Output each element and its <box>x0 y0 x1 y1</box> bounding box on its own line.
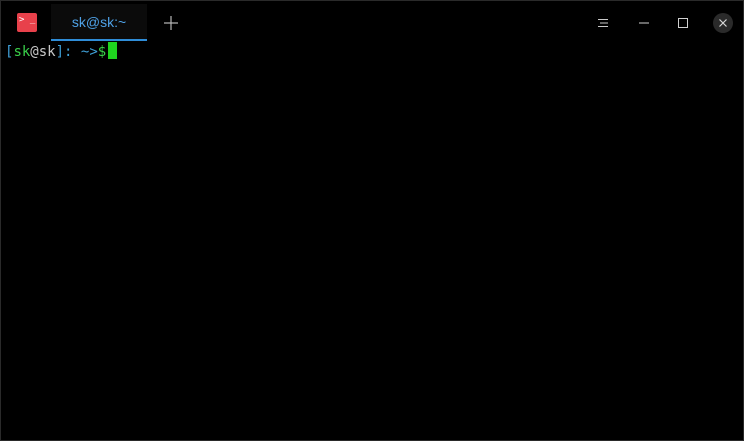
minimize-button[interactable] <box>633 12 655 34</box>
terminal-app-icon: > _ <box>17 13 37 32</box>
close-button-bg <box>713 13 733 33</box>
tab-title: sk@sk:~ <box>71 13 127 30</box>
prompt-host: sk <box>38 44 56 60</box>
hamburger-icon <box>598 19 608 27</box>
maximize-icon <box>678 18 688 28</box>
minimize-icon <box>639 22 649 24</box>
text-cursor <box>108 42 118 59</box>
close-icon <box>719 19 727 27</box>
title-bar: > _ sk@sk:~ <box>1 1 743 42</box>
terminal-window: > _ sk@sk:~ [sk@sk]: ~>$ <box>0 0 744 441</box>
app-icon-glyph: > _ <box>19 15 36 25</box>
prompt-line: [sk@sk]: ~>$ <box>5 42 743 61</box>
prompt-at: @ <box>30 44 39 60</box>
prompt-dollar: $ <box>97 44 107 60</box>
new-tab-button[interactable] <box>148 4 194 41</box>
prompt-user: sk <box>13 44 31 60</box>
prompt-close-bracket: ] <box>55 44 65 60</box>
terminal-area[interactable]: [sk@sk]: ~>$ <box>1 42 743 440</box>
tab-active[interactable]: sk@sk:~ <box>51 4 147 41</box>
close-button[interactable] <box>712 12 734 34</box>
menu-button[interactable] <box>592 12 614 34</box>
plus-icon <box>164 15 178 30</box>
prompt-path: ~> <box>80 44 98 60</box>
maximize-button[interactable] <box>672 12 694 34</box>
